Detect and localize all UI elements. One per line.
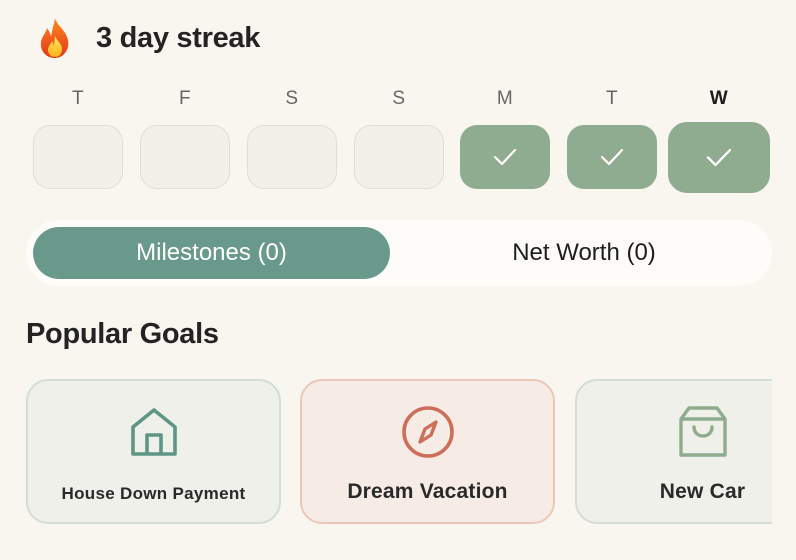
day-sun: S bbox=[354, 87, 444, 189]
streak-header: 3 day streak bbox=[36, 14, 260, 62]
fire-icon bbox=[40, 18, 69, 58]
day-box-completed[interactable] bbox=[460, 125, 550, 189]
popular-goals-title: Popular Goals bbox=[26, 318, 219, 350]
day-sat: S bbox=[247, 87, 337, 189]
day-fri: F bbox=[140, 87, 230, 189]
day-box-completed[interactable] bbox=[567, 125, 657, 189]
goal-label: Dream Vacation bbox=[347, 480, 508, 503]
goal-label: New Car bbox=[659, 480, 746, 503]
streak-title: 3 day streak bbox=[96, 21, 261, 54]
day-box-today-completed[interactable] bbox=[668, 122, 770, 193]
day-box-empty[interactable] bbox=[33, 125, 123, 189]
day-box-empty[interactable] bbox=[354, 125, 444, 189]
day-box-empty[interactable] bbox=[247, 125, 337, 189]
shopping-bag-icon bbox=[678, 406, 727, 457]
day-letter: S bbox=[392, 88, 406, 109]
day-letter: M bbox=[496, 88, 514, 109]
goal-card-new-car[interactable]: New Car bbox=[575, 379, 772, 524]
check-icon bbox=[600, 148, 624, 166]
goal-type-segmented-control: Milestones (0) Net Worth (0) bbox=[26, 220, 772, 286]
day-tue: T bbox=[33, 87, 123, 189]
streak-screen: 3 day streak T F S S M T W Milestones (0… bbox=[0, 0, 796, 560]
day-letter: F bbox=[178, 88, 192, 109]
day-letter: T bbox=[605, 88, 619, 109]
day-tue-current-week: T bbox=[567, 87, 657, 189]
day-letter-today: W bbox=[709, 88, 729, 109]
popular-goals-carousel[interactable]: House Down Payment Dream Vacation New Ca… bbox=[0, 376, 772, 528]
check-icon bbox=[706, 148, 732, 167]
day-box-empty[interactable] bbox=[140, 125, 230, 189]
day-wed-today: W bbox=[668, 87, 770, 193]
house-icon bbox=[130, 408, 177, 456]
goal-card-dream-vacation[interactable]: Dream Vacation bbox=[300, 379, 555, 524]
tab-net-worth[interactable]: Net Worth (0) bbox=[406, 227, 762, 279]
check-icon bbox=[493, 148, 517, 166]
day-letter: S bbox=[285, 88, 299, 109]
day-mon: M bbox=[460, 87, 550, 189]
goal-card-house-down-payment[interactable]: House Down Payment bbox=[26, 379, 281, 524]
tab-milestones[interactable]: Milestones (0) bbox=[33, 227, 390, 279]
goal-label: House Down Payment bbox=[61, 484, 246, 503]
compass-icon bbox=[401, 406, 454, 458]
day-letter: T bbox=[71, 88, 85, 109]
